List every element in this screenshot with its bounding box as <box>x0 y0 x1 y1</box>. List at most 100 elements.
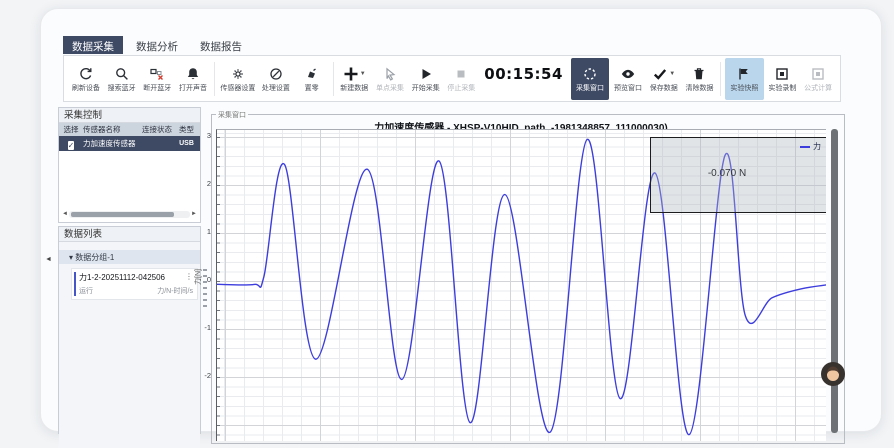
snapshot-flag-icon <box>736 66 752 82</box>
data-list-item[interactable]: 力1-2-20251112-042506 ⋮ 运行 力/N-时间/s <box>71 268 198 300</box>
y-tick: -1 <box>191 323 211 332</box>
panel-title: 数据列表 <box>59 227 200 242</box>
data-item-status: 运行 <box>79 286 93 296</box>
toolbar-label: 断开蓝牙 <box>143 85 171 92</box>
legend-series-label: 力 <box>813 141 821 152</box>
single-point-collect-button[interactable]: 单点采集 <box>373 59 407 99</box>
vertical-scrollbar[interactable] <box>831 129 838 433</box>
toolbar-label: 新建数据 <box>340 85 368 92</box>
assistant-avatar-button[interactable] <box>820 361 846 387</box>
tab-data-collect[interactable]: 数据采集 <box>63 36 123 54</box>
y-tick: 1 <box>191 227 211 236</box>
toolbar-separator <box>214 62 215 96</box>
sensor-settings-button[interactable]: 传感器设置 <box>219 59 257 99</box>
toolbar-label: 打开声音 <box>179 85 207 92</box>
sensor-name: 力加速度传感器 <box>83 138 139 149</box>
trash-icon <box>691 66 707 82</box>
disconnect-icon <box>149 66 165 82</box>
toolbar-label: 停止采集 <box>447 85 475 92</box>
toolbar-label: 采集窗口 <box>576 85 604 92</box>
edit-circle-icon <box>268 66 284 82</box>
chart-plot-area[interactable]: -0.070 N 力 <box>216 129 826 441</box>
plus-icon <box>343 66 359 82</box>
data-group-row[interactable]: ▾ 数据分组-1 <box>59 250 200 264</box>
preview-window-button[interactable]: 预览窗口 <box>611 59 645 99</box>
stop-icon <box>453 66 469 82</box>
check-icon <box>652 66 668 82</box>
y-tick: 2 <box>191 179 211 188</box>
formula-calc-button[interactable]: 公式计算 <box>801 59 835 99</box>
dashed-circle-icon <box>582 66 598 82</box>
tab-data-analysis[interactable]: 数据分析 <box>127 36 187 54</box>
search-icon <box>114 66 130 82</box>
clear-data-button[interactable]: 清除数据 <box>683 59 717 99</box>
toolbar-label: 保存数据 <box>650 85 678 92</box>
collection-timer: 00:15:54 <box>484 65 563 83</box>
data-item-axes: 力/N-时间/s <box>157 286 193 296</box>
horizontal-scrollbar[interactable]: ◄ ► <box>62 210 197 219</box>
toolbar-label: 置零 <box>305 85 319 92</box>
disconnect-bluetooth-button[interactable]: 断开蓝牙 <box>140 59 174 99</box>
y-tick: 3 <box>191 131 211 140</box>
toolbar-label: 公式计算 <box>804 85 832 92</box>
play-icon <box>418 66 434 82</box>
toolbar-label: 刷新设备 <box>72 85 100 92</box>
scroll-left-icon[interactable]: ◄ <box>62 210 68 219</box>
zero-button[interactable]: 置零 <box>295 59 329 99</box>
toolbar-label: 实验录制 <box>768 85 796 92</box>
eye-icon <box>620 66 636 82</box>
toolbar-separator <box>720 62 721 96</box>
record-square-icon <box>774 66 790 82</box>
col-status: 连接状态 <box>139 124 175 135</box>
toolbar-label: 实验快照 <box>730 85 758 92</box>
legend-line-swatch <box>800 146 810 148</box>
y-tick: -2 <box>191 371 211 380</box>
toolbar-label: 预览窗口 <box>614 85 642 92</box>
sound-toggle-button[interactable]: 打开声音 <box>176 59 210 99</box>
new-data-button[interactable]: ▼ 新建数据 <box>337 59 371 99</box>
save-data-button[interactable]: ▼ 保存数据 <box>647 59 681 99</box>
experiment-snapshot-button[interactable]: 实验快照 <box>725 58 763 100</box>
scrollbar-thumb[interactable] <box>71 212 174 217</box>
value-annotation: -0.070 N <box>672 168 782 179</box>
scrollbar-thumb[interactable] <box>831 129 838 433</box>
collect-window-button[interactable]: 采集窗口 <box>571 58 609 100</box>
sidebar-collapse-icon[interactable]: ◄ <box>45 256 52 263</box>
start-collect-button[interactable]: 开始采集 <box>409 59 443 99</box>
formula-square-icon <box>810 66 826 82</box>
item-accent-bar <box>74 272 76 296</box>
chevron-down-icon[interactable]: ▼ <box>669 71 675 77</box>
pointer-icon <box>382 66 398 82</box>
process-settings-button[interactable]: 处理设置 <box>259 59 293 99</box>
experiment-record-button[interactable]: 实验录制 <box>766 59 800 99</box>
col-select: 选择 <box>59 124 83 135</box>
chevron-down-icon[interactable]: ▼ <box>360 71 366 77</box>
refresh-icon <box>78 66 94 82</box>
data-list-panel: 数据列表 ▾ 数据分组-1 力1-2-20251112-042506 ⋮ 运行 … <box>58 226 201 434</box>
sensor-checkbox[interactable]: ✓ <box>68 141 75 150</box>
scroll-right-icon[interactable]: ► <box>191 210 197 219</box>
bell-icon <box>185 66 201 82</box>
toolbar-label: 处理设置 <box>262 85 290 92</box>
table-row[interactable]: ✓ 力加速度传感器 USB <box>59 136 200 151</box>
y-axis-label: 力[N] <box>193 269 203 285</box>
tab-bar: 数据采集 数据分析 数据报告 <box>63 36 251 54</box>
tab-data-report[interactable]: 数据报告 <box>191 36 251 54</box>
app-window: 数据采集 数据分析 数据报告 刷新设备 搜索蓝牙 断开蓝牙 <box>40 8 882 432</box>
collection-control-panel: 采集控制 选择 传感器名称 连接状态 类型 ✓ 力加速度传感器 USB ◄ ► <box>58 107 201 223</box>
refresh-device-button[interactable]: 刷新设备 <box>69 59 103 99</box>
search-bluetooth-button[interactable]: 搜索蓝牙 <box>105 59 139 99</box>
col-sensor-name: 传感器名称 <box>83 124 139 135</box>
panel-title: 采集控制 <box>59 108 200 123</box>
toolbar-label: 开始采集 <box>412 85 440 92</box>
main-toolbar: 刷新设备 搜索蓝牙 断开蓝牙 打开声音 传感器设置 <box>63 55 841 102</box>
toolbar-label: 搜索蓝牙 <box>108 85 136 92</box>
data-item-title: 力1-2-20251112-042506 <box>79 272 165 283</box>
stop-collect-button[interactable]: 停止采集 <box>445 59 479 99</box>
chart-legend[interactable]: 力 <box>800 141 821 152</box>
toolbar-label: 清除数据 <box>685 85 713 92</box>
zero-stamp-icon <box>304 66 320 82</box>
sensor-type: USB <box>175 140 198 147</box>
toolbar-label: 传感器设置 <box>220 85 255 92</box>
toolbar-label: 单点采集 <box>376 85 404 92</box>
